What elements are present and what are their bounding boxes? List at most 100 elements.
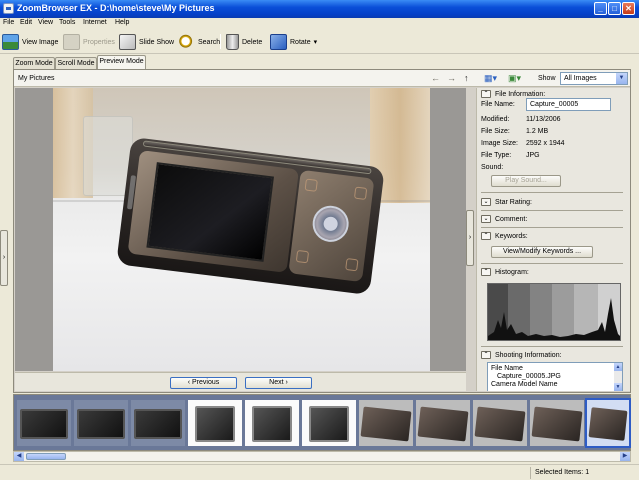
menu-file[interactable]: File xyxy=(3,19,14,26)
histogram-header[interactable]: ⌃ Histogram: xyxy=(481,268,529,276)
thumbnail-selected[interactable] xyxy=(585,398,631,448)
file-name-label: File Name: xyxy=(481,101,515,108)
thumbnail[interactable] xyxy=(17,400,71,446)
keywords-header[interactable]: ⌃ Keywords: xyxy=(481,232,528,240)
shooting-information-header[interactable]: ⌃ Shooting Information: xyxy=(481,351,562,359)
shooting-information-list[interactable]: File Name Capture_00005.JPG Camera Model… xyxy=(487,362,623,391)
preview-navigation: ‹ Previous Next › xyxy=(15,372,466,391)
view-image-label: View Image xyxy=(22,38,59,46)
comment-header[interactable]: ⌄ Comment: xyxy=(481,215,527,223)
menu-help[interactable]: Help xyxy=(115,19,129,26)
thumbnail[interactable] xyxy=(302,400,356,446)
info-row: Sound: xyxy=(481,164,526,171)
scroll-up-icon[interactable]: ▲ xyxy=(614,363,622,371)
next-button[interactable]: Next › xyxy=(245,377,312,389)
thumbnail[interactable] xyxy=(245,400,299,446)
content-frame: My Pictures ← → ↑ ▦▾ ▣▾ Show All Images … xyxy=(13,69,631,393)
star-rating-title: Star Rating: xyxy=(495,198,532,206)
chevron-down-icon[interactable]: ▼ xyxy=(616,73,627,84)
shooting-line: File Name xyxy=(491,365,523,372)
menu-internet[interactable]: Internet xyxy=(83,19,107,26)
menu-view[interactable]: View xyxy=(38,19,53,26)
menu-bar: File Edit View Tools Internet Help xyxy=(0,18,639,30)
view-image-button[interactable]: View Image xyxy=(2,33,58,51)
play-sound-button[interactable]: Play Sound... xyxy=(491,175,561,187)
thumbnail[interactable] xyxy=(131,400,185,446)
file-type-label: File Type: xyxy=(481,152,512,159)
menu-tools[interactable]: Tools xyxy=(59,19,75,26)
file-name-field[interactable]: Capture_00005 xyxy=(526,98,611,111)
star-rating-header[interactable]: ⌄ Star Rating: xyxy=(481,198,532,206)
shooting-information-title: Shooting Information: xyxy=(495,351,562,359)
file-information-header[interactable]: ⌃ File Information: xyxy=(481,90,545,98)
close-button[interactable]: ✕ xyxy=(622,2,635,15)
info-panel: ⌃ File Information: File Name: Capture_0… xyxy=(476,88,630,391)
scroll-thumb[interactable] xyxy=(26,453,66,460)
show-filter-select[interactable]: All Images ▼ xyxy=(560,72,628,85)
divider xyxy=(481,346,623,347)
file-size-label: File Size: xyxy=(481,128,510,135)
thumbnail[interactable] xyxy=(74,400,128,446)
preview-photo[interactable] xyxy=(53,88,430,371)
collapse-icon[interactable]: ⌄ xyxy=(481,198,491,206)
maximize-button[interactable]: □ xyxy=(608,2,621,15)
previous-button[interactable]: ‹ Previous xyxy=(170,377,237,389)
view-modify-keywords-button[interactable]: View/Modify Keywords ... xyxy=(491,246,593,258)
scroll-down-icon[interactable]: ▼ xyxy=(614,383,622,391)
rotate-button[interactable]: Rotate ▾ xyxy=(270,33,317,51)
thumbnail[interactable] xyxy=(473,400,527,446)
previous-label: Previous xyxy=(192,379,220,386)
toolbar-separator xyxy=(220,34,221,49)
thumbnail-scrollbar[interactable]: ◀ ▶ xyxy=(13,451,631,462)
collapse-icon[interactable]: ⌃ xyxy=(481,90,491,98)
forward-arrow-icon[interactable]: → xyxy=(447,73,456,83)
thumbnail[interactable] xyxy=(530,400,584,446)
properties-button[interactable]: Properties xyxy=(63,33,115,51)
info-panel-toggle[interactable]: › xyxy=(466,210,474,266)
divider xyxy=(481,227,623,228)
show-filter-value: All Images xyxy=(564,75,597,82)
thumbnail[interactable] xyxy=(188,400,242,446)
collapse-icon[interactable]: ⌃ xyxy=(481,232,491,240)
rotate-icon xyxy=(270,34,287,50)
tab-preview-mode[interactable]: Preview Mode xyxy=(97,55,146,70)
location-bar: My Pictures ← → ↑ ▦▾ ▣▾ Show All Images … xyxy=(14,70,630,87)
image-size-label: Image Size: xyxy=(481,140,518,147)
minimize-button[interactable]: _ xyxy=(594,2,607,15)
keywords-title: Keywords: xyxy=(495,232,528,240)
location-label: My Pictures xyxy=(18,75,55,82)
image-size-value: 2592 x 1944 xyxy=(526,140,565,147)
slide-show-icon xyxy=(119,34,136,50)
collapse-icon[interactable]: ⌄ xyxy=(481,215,491,223)
chevron-down-icon[interactable]: ▾ xyxy=(314,38,318,46)
app-icon xyxy=(3,3,14,14)
thumbnail[interactable] xyxy=(416,400,470,446)
back-arrow-icon[interactable]: ← xyxy=(431,73,440,83)
search-button[interactable]: Search xyxy=(178,33,220,51)
up-folder-icon[interactable]: ↑ xyxy=(464,73,469,83)
divider xyxy=(481,192,623,193)
histogram-curve xyxy=(488,298,620,340)
divider xyxy=(481,263,623,264)
delete-button[interactable]: Delete xyxy=(226,33,262,51)
slide-show-label: Slide Show xyxy=(139,38,175,46)
info-row: Modified: 11/13/2006 xyxy=(481,116,561,123)
slide-show-button[interactable]: Slide Show xyxy=(119,33,174,51)
status-bar: Selected Items: 1 xyxy=(0,464,639,480)
collapse-icon[interactable]: ⌃ xyxy=(481,268,491,276)
scroll-right-icon[interactable]: ▶ xyxy=(620,452,630,461)
menu-edit[interactable]: Edit xyxy=(20,19,32,26)
left-panel-toggle[interactable]: › xyxy=(0,230,8,286)
display-options-icon[interactable]: ▣▾ xyxy=(508,73,521,84)
info-row: Image Size: 2592 x 1944 xyxy=(481,140,565,147)
shooting-info-scrollbar[interactable]: ▲ ▼ xyxy=(614,363,622,391)
properties-label: Properties xyxy=(83,38,115,46)
sound-label: Sound: xyxy=(481,164,504,171)
collapse-icon[interactable]: ⌃ xyxy=(481,351,491,359)
shooting-line: Camera Model Name xyxy=(491,381,558,388)
rotate-label: Rotate xyxy=(290,38,311,46)
view-layout-icon[interactable]: ▦▾ xyxy=(484,73,497,84)
scroll-left-icon[interactable]: ◀ xyxy=(14,452,24,461)
thumbnail[interactable] xyxy=(359,400,413,446)
title-bar: ZoomBrowser EX - D:\home\steve\My Pictur… xyxy=(0,0,639,18)
